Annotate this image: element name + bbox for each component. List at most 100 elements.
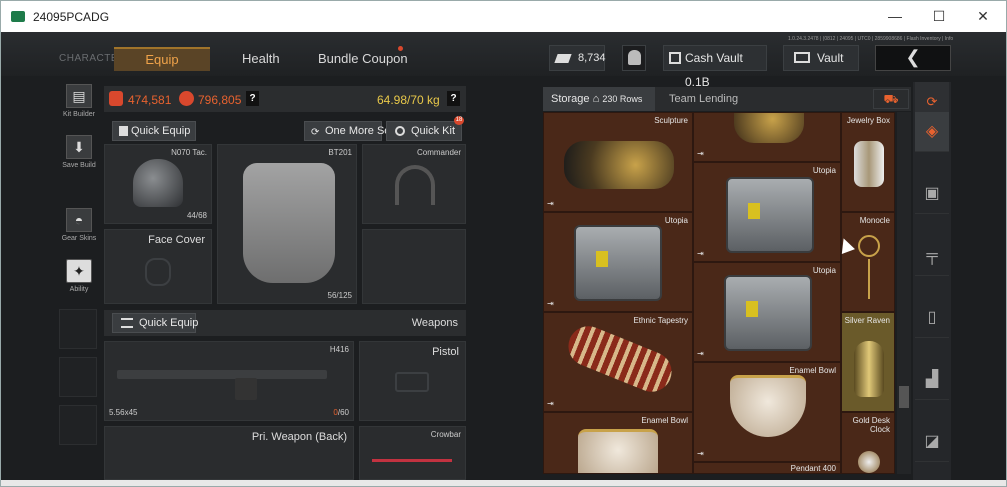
scrollbar-thumb[interactable] bbox=[899, 386, 909, 408]
weapons-quick-equip-label: Quick Equip bbox=[139, 317, 199, 329]
team-lending-tab[interactable]: Team Lending bbox=[669, 93, 738, 105]
sidebar-empty-slot bbox=[59, 309, 97, 349]
storage-item-name: Monocle bbox=[859, 216, 890, 225]
helmet-slot[interactable]: N070 Tac. 44/68 bbox=[104, 144, 212, 224]
title-bar: 24095PCADG — ☐ ✕ bbox=[1, 1, 1006, 32]
quick-kit-icon bbox=[395, 126, 405, 136]
headset-image bbox=[395, 165, 435, 205]
tab-health[interactable]: Health bbox=[242, 51, 280, 66]
primary-weapon-name: H416 bbox=[329, 345, 349, 354]
filter-tab-ammo[interactable]: ▯ bbox=[915, 298, 949, 338]
storage-item[interactable]: ⇥ bbox=[693, 112, 841, 162]
headset-slot[interactable]: Commander bbox=[362, 144, 466, 224]
storage-item[interactable]: Jewelry Box bbox=[841, 112, 895, 212]
sidebar-item-ability[interactable]: ✦ Ability bbox=[58, 259, 100, 293]
close-button[interactable]: ✕ bbox=[969, 5, 997, 27]
sidebar-label-gear-skins: Gear Skins bbox=[61, 235, 97, 242]
monocle-chain-image bbox=[868, 259, 870, 299]
cash-vault-button[interactable]: Cash Vault 0.1B bbox=[663, 45, 767, 89]
filter-tab-all[interactable]: ◈ bbox=[915, 112, 949, 152]
minimize-button[interactable]: — bbox=[881, 5, 909, 27]
app-icon bbox=[11, 11, 25, 22]
monocle-image bbox=[858, 235, 880, 257]
storage-item[interactable]: Silver Raven bbox=[841, 312, 895, 412]
one-more-set-button[interactable]: ⟳ One More Set bbox=[304, 121, 393, 141]
weight-help-button[interactable]: ? bbox=[447, 91, 460, 106]
value-right: 796,805 bbox=[198, 93, 242, 107]
headset-name: Commander bbox=[416, 148, 461, 157]
cart-button[interactable]: ⛟ bbox=[873, 89, 909, 109]
value-left: 474,581 bbox=[128, 93, 172, 107]
melee-slot[interactable]: Crowbar bbox=[359, 426, 466, 480]
empty-gear-slot[interactable] bbox=[362, 229, 466, 304]
storage-item-name: Ethnic Tapestry bbox=[633, 316, 688, 325]
filter-tab-gear[interactable]: ▣ bbox=[915, 174, 949, 214]
storage-item[interactable]: Monocle bbox=[841, 212, 895, 312]
weapons-quick-equip-button[interactable]: Quick Equip bbox=[112, 313, 199, 333]
storage-tab[interactable]: Storage ⌂ 230 Rows bbox=[543, 87, 655, 111]
tab-bundle-coupon[interactable]: Bundle Coupon bbox=[318, 51, 408, 66]
sculpture-image bbox=[564, 141, 674, 189]
sidebar-label-kit-builder: Kit Builder bbox=[63, 111, 95, 118]
face-cover-slot[interactable]: Face Cover bbox=[104, 229, 212, 304]
back-weapon-label: Pri. Weapon (Back) bbox=[251, 431, 347, 443]
face-cover-placeholder-icon bbox=[145, 258, 171, 286]
storage-item[interactable]: Utopia ⇥ bbox=[543, 212, 693, 312]
refresh-icon: ⟳ bbox=[311, 127, 320, 138]
storage-item[interactable]: Pendant 400 bbox=[693, 462, 841, 474]
storage-item[interactable]: Enamel Bowl ⇥ bbox=[693, 362, 841, 462]
jewelry-box-image bbox=[854, 141, 884, 187]
filter-tab-misc[interactable]: ◪ bbox=[915, 422, 949, 462]
ability-icon: ✦ bbox=[66, 259, 92, 283]
storage-item-name: Pendant 400 bbox=[790, 464, 836, 473]
storage-item[interactable]: Enamel Bowl bbox=[543, 412, 693, 474]
storage-item-name: Gold Desk Clock bbox=[852, 416, 890, 434]
vault-icon bbox=[794, 52, 810, 63]
storage-item-marker: ⇥ bbox=[697, 149, 704, 158]
kit-builder-icon: ▤ bbox=[66, 84, 92, 108]
quick-kit-button[interactable]: Quick Kit 18 bbox=[386, 116, 464, 141]
storage-scrollbar[interactable] bbox=[897, 112, 911, 474]
all-items-icon: ◈ bbox=[925, 123, 939, 140]
sidebar-item-kit-builder[interactable]: ▤ Kit Builder bbox=[58, 84, 100, 118]
storage-item[interactable]: Gold Desk Clock bbox=[841, 412, 895, 474]
biohazard-label bbox=[596, 251, 608, 267]
storage-item-marker: ⇥ bbox=[697, 449, 704, 458]
storage-item[interactable]: Utopia ⇥ bbox=[693, 262, 841, 362]
filter-tab-weapons[interactable]: ╤ bbox=[915, 236, 949, 276]
build-info: 1.0.24.3.2478 | (0812 | 24095 | UTC0 | 2… bbox=[788, 36, 954, 42]
window-title: 24095PCADG bbox=[33, 10, 110, 24]
game-viewport: 1.0.24.3.2478 | (0812 | 24095 | UTC0 | 2… bbox=[1, 32, 1006, 480]
storage-rows: 230 Rows bbox=[602, 94, 643, 104]
quick-equip-button[interactable]: Quick Equip bbox=[112, 121, 196, 141]
left-sidebar: ▤ Kit Builder ⬇ Save Build ◓ Gear Skins … bbox=[56, 76, 102, 480]
tab-equip[interactable]: Equip bbox=[114, 47, 210, 71]
weapons-section-label: Weapons bbox=[411, 317, 458, 329]
back-weapon-slot[interactable]: Pri. Weapon (Back) bbox=[104, 426, 354, 480]
maximize-button[interactable]: ☐ bbox=[925, 5, 953, 27]
value-help-button[interactable]: ? bbox=[246, 91, 259, 106]
vault-button[interactable]: Vault bbox=[783, 45, 859, 71]
storage-item-name: Utopia bbox=[812, 266, 836, 275]
back-button[interactable]: ❮ bbox=[875, 45, 951, 71]
filter-tab-medical[interactable]: ▟ bbox=[915, 360, 949, 400]
ammo-max: 60 bbox=[340, 408, 349, 417]
misc-category-icon: ◪ bbox=[924, 433, 940, 450]
trader-button[interactable] bbox=[622, 45, 646, 71]
currency-display[interactable]: 8,734 bbox=[549, 45, 606, 71]
home-icon: ⌂ bbox=[592, 93, 600, 105]
rifle-magazine-image bbox=[235, 378, 257, 400]
armor-slot[interactable]: BT201 56/125 bbox=[217, 144, 357, 304]
primary-weapon-slot[interactable]: H416 5.56x45 0/60 bbox=[104, 341, 354, 421]
trader-icon bbox=[628, 50, 641, 65]
refresh-storage-icon: ⟳ bbox=[926, 94, 938, 109]
pistol-slot[interactable]: Pistol bbox=[359, 341, 466, 421]
enamel-bowl-image bbox=[578, 429, 658, 473]
storage-item[interactable]: Sculpture ⇥ bbox=[543, 112, 693, 212]
sidebar-item-save-build[interactable]: ⬇ Save Build bbox=[58, 135, 100, 169]
rifle-image bbox=[117, 370, 327, 379]
storage-item[interactable]: Ethnic Tapestry ⇥ bbox=[543, 312, 693, 412]
sidebar-item-gear-skins[interactable]: ◓ Gear Skins bbox=[58, 208, 100, 242]
storage-item[interactable]: Utopia ⇥ bbox=[693, 162, 841, 262]
storage-item-marker: ⇥ bbox=[547, 299, 554, 308]
